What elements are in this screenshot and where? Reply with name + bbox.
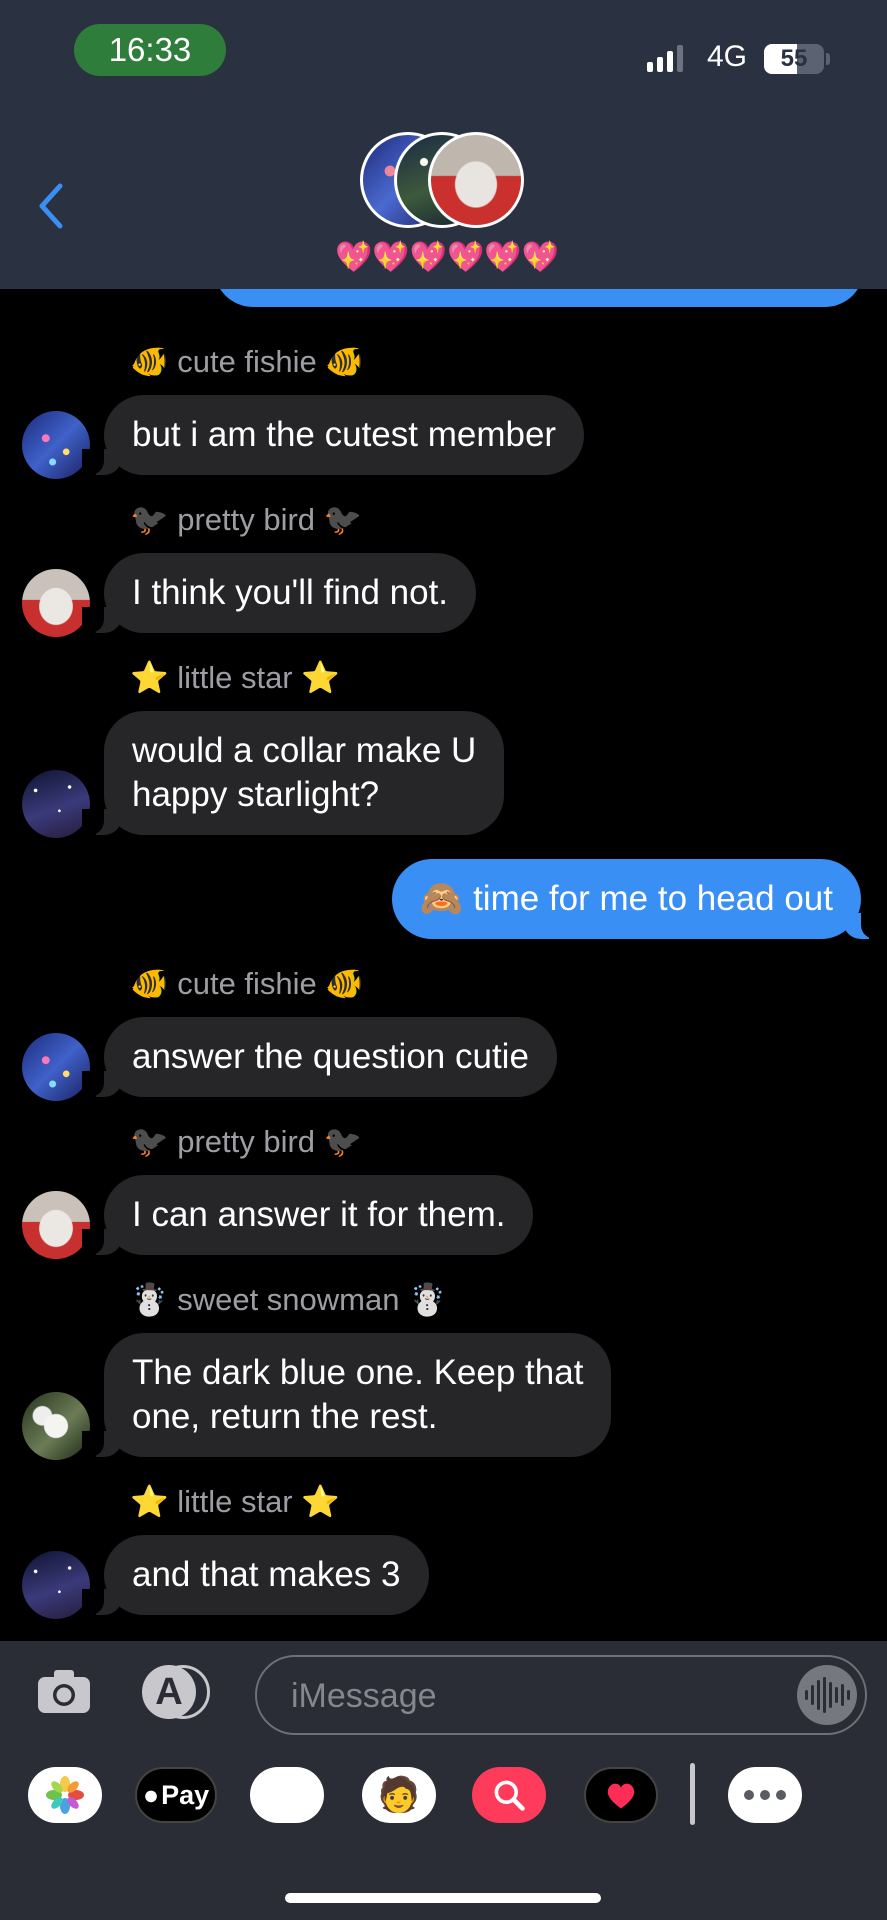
digital-touch-icon <box>607 1783 635 1809</box>
sender-avatar[interactable] <box>22 770 90 838</box>
network-type: 4G <box>707 40 748 73</box>
group-name[interactable]: 💖💖💖💖💖💖 <box>335 240 559 275</box>
message-bubble-outgoing[interactable]: 🙈 time for me to head out <box>391 859 884 939</box>
battery-icon: 55 <box>764 44 824 74</box>
message-text: I think you'll find not. <box>132 573 449 612</box>
image-search-app-button[interactable] <box>472 1767 546 1823</box>
apple-pay-button[interactable]: ● Pay <box>135 1767 217 1823</box>
chevron-left-icon <box>39 183 63 229</box>
app-store-button[interactable]: A <box>142 1665 212 1719</box>
message-bubble-incoming[interactable]: but i am the cutest member <box>81 395 585 475</box>
sender-name: ☃️ sweet snowman ☃️ <box>130 1282 447 1317</box>
drawer-divider <box>690 1763 695 1825</box>
sender-avatar[interactable] <box>22 569 90 637</box>
message-bubble-outgoing-partial[interactable] <box>214 289 864 307</box>
message-bubble-incoming[interactable]: answer the question cutie <box>82 1017 557 1097</box>
search-images-icon <box>494 1780 525 1811</box>
group-avatars[interactable] <box>360 132 530 232</box>
app-store-icon: A <box>155 1670 183 1713</box>
digital-touch-app-button[interactable] <box>584 1767 658 1823</box>
message-text: I can answer it for them. <box>132 1195 506 1234</box>
message-text: answer the question cutie <box>132 1037 529 1076</box>
message-text-line: one, return the rest. <box>132 1397 438 1436</box>
sender-name: ⭐ little star ⭐ <box>130 1484 340 1519</box>
home-indicator[interactable] <box>285 1893 601 1903</box>
message-input-placeholder: iMessage <box>291 1677 437 1715</box>
message-text-line: would a collar make U <box>132 731 477 770</box>
imessage-app-drawer: ● Pay 🐵 🧑 <box>0 1743 887 1920</box>
conversation-header: 16:33 4G 55 💖💖💖💖💖💖 <box>0 0 887 289</box>
memoji-app-button[interactable]: 🧑 <box>362 1767 436 1823</box>
cellular-signal-icon <box>647 44 683 72</box>
status-time[interactable]: 16:33 <box>74 24 226 76</box>
message-text: 🙈 time for me to head out <box>419 879 833 918</box>
message-bubble-incoming[interactable]: would a collar make U happy starlight? <box>81 711 505 835</box>
battery-tip <box>826 53 830 65</box>
sender-avatar[interactable] <box>22 1033 90 1101</box>
sender-name: 🐠 cute fishie 🐠 <box>130 966 364 1001</box>
sender-name: 🐦‍⬛ pretty bird 🐦‍⬛ <box>130 1124 363 1159</box>
sender-name: ⭐ little star ⭐ <box>130 660 340 695</box>
sender-avatar[interactable] <box>22 411 90 479</box>
monkey-emoji-icon: 🐵 <box>266 1774 308 1815</box>
photos-app-button[interactable] <box>28 1767 102 1823</box>
sender-avatar[interactable] <box>22 1392 90 1460</box>
camera-icon <box>38 1670 90 1713</box>
message-bubble-incoming[interactable]: I can answer it for them. <box>81 1175 534 1255</box>
group-member-avatar <box>428 132 524 228</box>
compose-bar: A iMessage <box>0 1641 887 1743</box>
message-list[interactable]: 🐠 cute fishie 🐠 but i am the cutest memb… <box>0 289 887 1641</box>
message-bubble-incoming[interactable]: The dark blue one. Keep that one, return… <box>81 1333 612 1457</box>
message-bubble-incoming[interactable]: and that makes 3 <box>82 1535 429 1615</box>
more-apps-button[interactable] <box>728 1767 802 1823</box>
audio-message-button[interactable] <box>797 1665 857 1725</box>
back-button[interactable] <box>36 178 76 234</box>
message-input[interactable]: iMessage <box>255 1655 867 1735</box>
more-icon <box>744 1790 786 1800</box>
message-bubble-incoming[interactable]: I think you'll find not. <box>81 553 477 633</box>
animoji-app-button[interactable]: 🐵 <box>250 1767 324 1823</box>
message-text: and that makes 3 <box>132 1555 401 1594</box>
apple-logo-icon: ● <box>142 1779 160 1810</box>
apple-pay-label: Pay <box>161 1779 210 1810</box>
message-text-line: happy starlight? <box>132 775 380 814</box>
photos-icon <box>46 1776 84 1814</box>
memoji-icon: 🧑 <box>377 1776 421 1814</box>
message-text-line: The dark blue one. Keep that <box>132 1353 584 1392</box>
sender-name: 🐦‍⬛ pretty bird 🐦‍⬛ <box>130 502 363 537</box>
camera-button[interactable] <box>36 1663 92 1719</box>
battery-level: 55 <box>780 45 808 72</box>
sender-avatar[interactable] <box>22 1551 90 1619</box>
sender-name: 🐠 cute fishie 🐠 <box>130 344 364 379</box>
message-text: but i am the cutest member <box>132 415 557 454</box>
sender-avatar[interactable] <box>22 1191 90 1259</box>
